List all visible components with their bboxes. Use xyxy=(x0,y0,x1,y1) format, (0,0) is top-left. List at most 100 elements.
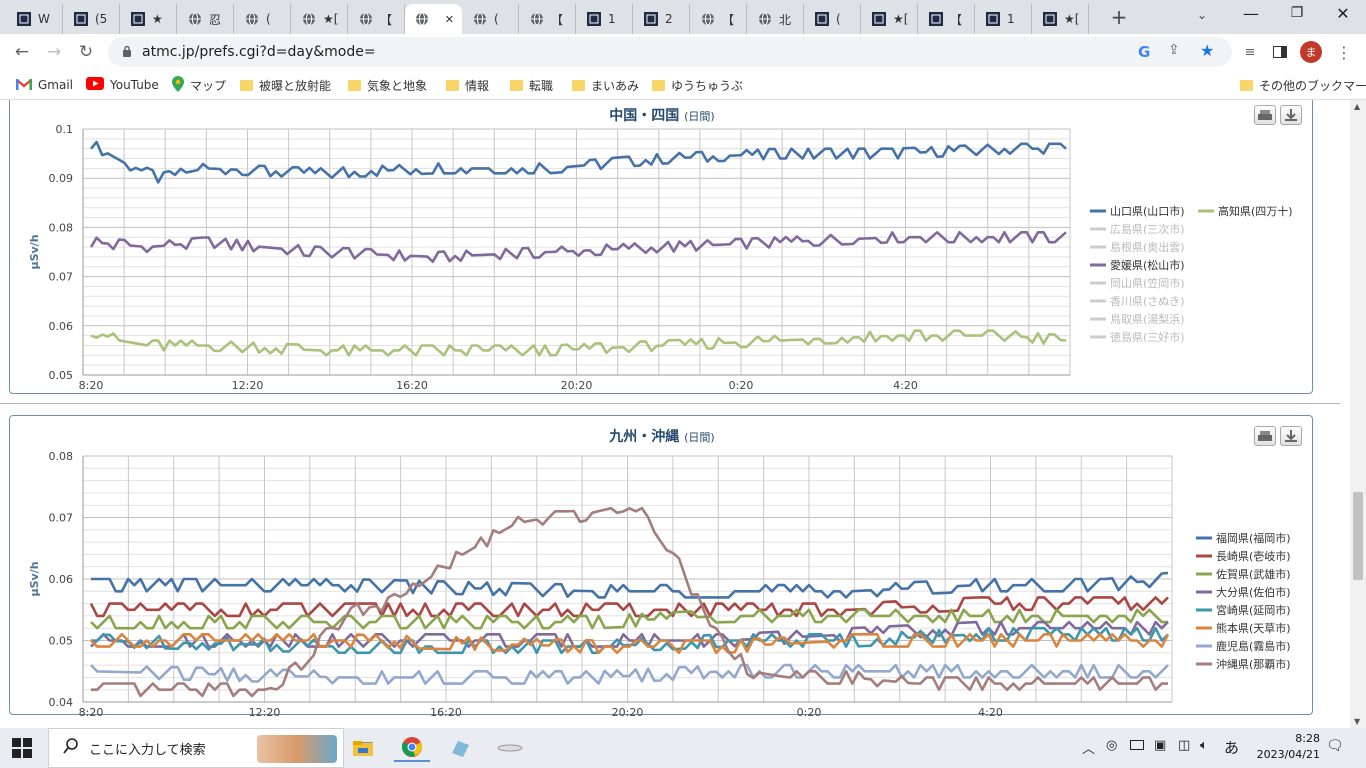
vertical-scrollbar[interactable]: ▲ ▼ xyxy=(1350,100,1366,728)
globe-icon xyxy=(187,11,203,27)
tab[interactable]: ( xyxy=(462,4,519,34)
tab[interactable]: W xyxy=(6,4,63,34)
close-tab-icon[interactable]: ✕ xyxy=(445,13,454,26)
device-icon[interactable]: ◫ xyxy=(1178,738,1190,753)
new-tab-button[interactable]: + xyxy=(1108,6,1130,28)
bookmark-item[interactable]: 気象と地象 xyxy=(348,76,427,94)
profile-avatar[interactable]: ま xyxy=(1299,40,1323,64)
ime-indicator[interactable]: あ xyxy=(1224,737,1239,758)
tab-active[interactable]: ✕ xyxy=(405,4,462,34)
globe-icon xyxy=(301,11,317,27)
tab[interactable]: 【 xyxy=(918,4,975,34)
legend-item: 宮崎県(延岡市) xyxy=(1216,603,1291,617)
legend-item: 岡山県(笠岡市) xyxy=(1110,276,1185,290)
side-panel-icon[interactable] xyxy=(1268,40,1292,64)
tab-title: (5 xyxy=(95,12,108,26)
chart-legend: 山口県(山口市) 高知県(四万十) 広島県(三次市) 島根県(奥出雲) 愛媛県(松山市)… xyxy=(1090,204,1293,344)
legend-item: 沖縄県(那覇市) xyxy=(1216,657,1291,671)
folder-icon xyxy=(1240,79,1253,91)
x-tick-label: 4:20 xyxy=(978,706,1003,716)
legend-item: 鳥取県(湯梨浜) xyxy=(1110,312,1185,326)
lock-icon xyxy=(122,45,132,60)
tab-title: ★ xyxy=(152,12,163,26)
globe-icon xyxy=(415,11,429,27)
bookmark-item[interactable]: 情報 xyxy=(446,76,489,94)
tab-title: 北 xyxy=(779,12,792,27)
scroll-up-arrow[interactable]: ▲ xyxy=(1354,102,1360,111)
legend-item: 香川県(さぬき) xyxy=(1110,295,1184,308)
tab[interactable]: 忍 xyxy=(177,4,234,34)
globe-icon xyxy=(472,11,488,27)
legend-item: 熊本県(天草市) xyxy=(1216,621,1291,635)
x-tick-label: 12:20 xyxy=(232,379,264,392)
tab[interactable]: ★[ xyxy=(1032,4,1089,34)
legend-item: 徳島県(三好市) xyxy=(1110,330,1185,344)
bookmark-star-icon[interactable]: ★ xyxy=(1200,41,1214,60)
app-plane-icon[interactable] xyxy=(492,734,528,762)
search-placeholder: ここに入力して検索 xyxy=(89,742,206,758)
volume-icon[interactable]: 🔈︎ xyxy=(1200,738,1208,753)
tab[interactable]: ★[ xyxy=(291,4,348,34)
tab[interactable]: ( xyxy=(804,4,861,34)
chrome-icon[interactable] xyxy=(394,734,430,762)
tab-title: 忍 xyxy=(209,12,222,27)
globe-icon xyxy=(529,11,545,27)
other-bookmarks[interactable]: その他のブックマーク xyxy=(1240,76,1366,94)
close-window-button[interactable]: ✕ xyxy=(1334,4,1352,24)
google-lens-icon[interactable]: G xyxy=(1138,43,1150,61)
taskbar-clock[interactable]: 8:28 2023/04/21 xyxy=(1257,731,1320,763)
search-highlight-image xyxy=(257,735,337,763)
tab-search-icon[interactable]: ⌄ xyxy=(1197,8,1207,22)
share-icon[interactable]: ⇪ xyxy=(1168,42,1180,58)
tab-title: 【 xyxy=(551,12,564,27)
file-explorer-icon[interactable] xyxy=(345,734,381,762)
reload-button[interactable]: ↻ xyxy=(74,40,98,64)
taskbar-search-box[interactable]: ここに入力して検索 xyxy=(48,728,344,768)
notification-icon[interactable]: 🗨︎ xyxy=(1326,738,1344,754)
bookmark-item[interactable]: マップ xyxy=(172,75,226,94)
bookmark-item[interactable]: 被曝と放射能 xyxy=(240,76,331,94)
battery-icon[interactable] xyxy=(1130,740,1144,750)
meet-now-icon[interactable]: ◎ xyxy=(1106,738,1117,753)
bookmark-item[interactable]: YouTube xyxy=(86,76,159,94)
tab[interactable]: 1 xyxy=(576,4,633,34)
chart-chugoku: 0.1 0.09 0.08 0.07 0.06 0.05 8:20 12:20 16:20 20:… xyxy=(28,123,1293,392)
scrollbar-thumb[interactable] xyxy=(1353,492,1363,580)
bookmark-item[interactable]: 転職 xyxy=(510,76,553,94)
show-hidden-icons[interactable]: ︿ xyxy=(1082,738,1095,757)
restore-button[interactable]: ❐ xyxy=(1288,5,1306,23)
network-icon[interactable]: ▣ xyxy=(1154,738,1166,753)
tab[interactable]: 北 xyxy=(747,4,804,34)
back-button[interactable]: ← xyxy=(10,40,34,64)
globe-icon xyxy=(757,11,773,27)
x-tick-label: 0:20 xyxy=(729,379,754,392)
reading-list-icon[interactable]: ≡ xyxy=(1238,40,1262,64)
clock-date: 2023/04/21 xyxy=(1256,748,1320,761)
tab[interactable]: 【 xyxy=(690,4,747,34)
start-button[interactable] xyxy=(12,738,32,758)
tab[interactable]: 【 xyxy=(348,4,405,34)
tab[interactable]: 【 xyxy=(519,4,576,34)
tab[interactable]: ★[ xyxy=(861,4,918,34)
folder-icon xyxy=(240,79,253,91)
tab[interactable]: 2 xyxy=(633,4,690,34)
address-bar[interactable]: atmc.jp/prefs.cgi?d=day&mode= G ⇪ ★ xyxy=(108,37,1232,67)
bookmark-item[interactable]: ゆうちゅうぶ xyxy=(652,76,743,94)
clock-time: 8:28 xyxy=(1295,732,1320,745)
bookmark-item[interactable]: Gmail xyxy=(16,76,73,94)
legend-item: 鹿児島(霧島市) xyxy=(1216,639,1291,653)
forward-button[interactable]: → xyxy=(42,40,66,64)
tab-title: ( xyxy=(836,12,841,26)
tab[interactable]: ★ xyxy=(120,4,177,34)
folder-icon xyxy=(572,79,585,91)
app-icon[interactable] xyxy=(442,734,478,762)
tab[interactable]: (5 xyxy=(63,4,120,34)
tab[interactable]: ( xyxy=(234,4,291,34)
tab[interactable]: 1 xyxy=(975,4,1032,34)
series-line xyxy=(91,571,1169,599)
bookmark-item[interactable]: まいあみ xyxy=(572,76,639,94)
menu-icon[interactable]: ⋮ xyxy=(1332,40,1356,64)
y-tick-label: 0.06 xyxy=(49,320,74,333)
minimize-button[interactable]: — xyxy=(1240,4,1262,26)
scroll-down-arrow[interactable]: ▼ xyxy=(1354,717,1360,726)
